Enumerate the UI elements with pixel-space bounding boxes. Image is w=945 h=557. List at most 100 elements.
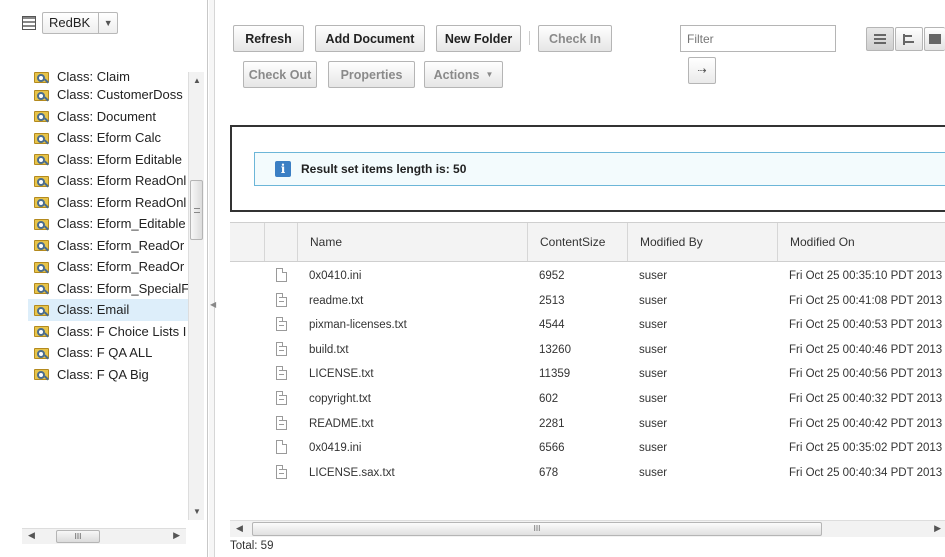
add-document-button[interactable]: Add Document <box>315 25 425 52</box>
scroll-up-arrow-icon[interactable]: ▲ <box>193 76 201 85</box>
cell-name[interactable]: 0x0419.ini <box>297 436 527 460</box>
table-row[interactable]: LICENSE.sax.txt 678 suser Fri Oct 25 00:40:… <box>230 461 945 486</box>
thumbnail-view-button[interactable] <box>924 27 945 51</box>
check-out-button[interactable]: Check Out <box>243 61 317 88</box>
cell-contentsize: 13260 <box>539 343 571 356</box>
table-row[interactable]: copyright.txt 602 suser Fri Oct 25 00:40:32… <box>230 387 945 412</box>
column-header-name[interactable]: Name <box>297 223 527 261</box>
table-row[interactable]: README.txt 2281 suser Fri Oct 25 00:40:42 P… <box>230 412 945 437</box>
class-search-icon <box>34 324 50 338</box>
tree-item[interactable]: Class: Eform ReadOnl <box>28 192 188 214</box>
tree-item[interactable]: Class: Claim <box>28 72 188 84</box>
tree-item[interactable]: Class: Email <box>28 299 188 321</box>
cell-name[interactable]: pixman-licenses.txt <box>297 313 527 337</box>
class-search-icon <box>34 367 50 381</box>
repository-selector-row: RedBK ▼ <box>22 12 119 34</box>
table-row[interactable]: 0x0410.ini 6952 suser Fri Oct 25 00:35:10 P… <box>230 264 945 289</box>
text-document-icon <box>276 391 287 405</box>
tree-item-label: Class: F QA Big <box>57 366 149 382</box>
repository-select-value: RedBK <box>43 13 100 33</box>
table-row[interactable]: 0x0419.ini 6566 suser Fri Oct 25 00:35:02 P… <box>230 436 945 461</box>
properties-button[interactable]: Properties <box>328 61 415 88</box>
cell-name[interactable]: copyright.txt <box>297 387 527 411</box>
cell-contentsize: 11359 <box>539 368 571 381</box>
cell-modified-on: Fri Oct 25 00:41:08 PDT 2013 <box>789 294 943 307</box>
cell-name[interactable]: LICENSE.txt <box>297 362 527 386</box>
tree-item-label: Class: Eform ReadOnl <box>57 194 187 210</box>
class-search-icon <box>34 72 50 84</box>
apply-filter-icon[interactable]: ⇢ <box>688 57 716 84</box>
scroll-left-arrow-icon[interactable]: ◀ <box>28 530 35 541</box>
class-search-icon <box>34 303 50 317</box>
cell-name[interactable]: LICENSE.sax.txt <box>297 461 527 485</box>
text-document-icon <box>276 415 287 430</box>
scrollbar-thumb[interactable]: III <box>56 530 100 543</box>
cell-name[interactable]: README.txt <box>297 412 527 436</box>
tree-item[interactable]: Class: Eform ReadOnl <box>28 170 188 192</box>
tree-item[interactable]: Class: Document <box>28 106 188 128</box>
tree-view-button[interactable] <box>895 27 923 51</box>
tree-item[interactable]: Class: Eform Editable <box>28 149 188 171</box>
cell-name[interactable]: 0x0410.ini <box>297 264 527 288</box>
table-row[interactable]: pixman-licenses.txt 4544 suser Fri Oct 25 0… <box>230 313 945 338</box>
cell-modified-on: Fri Oct 25 00:40:32 PDT 2013 <box>789 393 943 405</box>
scroll-down-arrow-icon[interactable]: ▼ <box>193 507 201 516</box>
scroll-right-arrow-icon[interactable]: ▶ <box>934 523 941 534</box>
column-header-modified-on[interactable]: Modified On <box>777 223 945 261</box>
message-region: i Result set items length is: 50 <box>230 125 945 212</box>
tree-vertical-scrollbar[interactable]: ▲ ▼ <box>188 72 204 520</box>
tree-item[interactable]: Class: Eform_SpecialF <box>28 278 188 300</box>
message-text: Result set items length is: 50 <box>301 162 467 176</box>
collapse-left-icon[interactable]: ◀ <box>210 300 216 309</box>
total-count: Total: 59 <box>230 540 274 552</box>
tree-item[interactable]: Class: Eform_Editable <box>28 213 188 235</box>
tree-item-label: Class: Eform_ReadOr <box>57 259 185 275</box>
tree-item[interactable]: Class: F QA ALL <box>28 342 188 364</box>
cell-name[interactable]: build.txt <box>297 338 527 362</box>
class-search-icon <box>34 131 50 145</box>
scrollbar-thumb[interactable]: III <box>252 522 822 536</box>
tree-item[interactable]: Class: Eform_ReadOr <box>28 235 188 257</box>
cell-modified-on: Fri Oct 25 00:40:53 PDT 2013 <box>789 319 943 332</box>
select-all-column[interactable] <box>230 223 264 261</box>
cell-modified-by: suser <box>639 417 668 430</box>
tree-item[interactable]: Class: Eform Calc <box>28 127 188 149</box>
cell-modified-on: Fri Oct 25 00:35:10 PDT 2013 <box>789 270 943 282</box>
tree-item[interactable]: Class: Eform_ReadOr <box>28 256 188 278</box>
chevron-down-icon[interactable]: ▼ <box>99 13 117 33</box>
column-header-modified-by[interactable]: Modified By <box>627 223 777 261</box>
cell-name[interactable]: readme.txt <box>297 289 527 313</box>
class-search-icon <box>34 88 50 102</box>
tree-item[interactable]: Class: F Choice Lists I <box>28 321 188 343</box>
cell-modified-on: Fri Oct 25 00:35:02 PDT 2013 <box>789 442 943 455</box>
list-lines-icon <box>874 34 886 44</box>
cell-modified-by: suser <box>639 393 668 405</box>
refresh-button[interactable]: Refresh <box>233 25 304 52</box>
new-folder-button[interactable]: New Folder <box>436 25 521 52</box>
details-view-button[interactable] <box>866 27 894 51</box>
filter-input[interactable] <box>680 25 836 52</box>
table-row[interactable]: LICENSE.txt 11359 suser Fri Oct 25 00:40:56… <box>230 362 945 387</box>
tree-item[interactable]: Class: CustomerDoss <box>28 84 188 106</box>
repository-panel: RedBK ▼ Class: Claim Class: CustomerDoss C… <box>0 0 208 557</box>
scroll-left-arrow-icon[interactable]: ◀ <box>236 523 243 534</box>
class-search-icon <box>34 217 50 231</box>
tree-item[interactable]: Class: F QA Big <box>28 364 188 386</box>
check-in-button[interactable]: Check In <box>538 25 612 52</box>
tree-horizontal-scrollbar[interactable]: ◀ III ▶ <box>22 528 186 544</box>
cell-modified-by: suser <box>639 466 668 479</box>
repository-select[interactable]: RedBK ▼ <box>42 12 119 34</box>
cell-modified-by: suser <box>639 319 668 332</box>
table-row[interactable]: readme.txt 2513 suser Fri Oct 25 00:41:08 P… <box>230 289 945 314</box>
actions-menu-button[interactable]: Actions ▼ <box>424 61 503 88</box>
grid-horizontal-scrollbar[interactable]: ◀ III ▶ <box>230 520 945 537</box>
table-row[interactable]: build.txt 13260 suser Fri Oct 25 00:40:46 P… <box>230 338 945 363</box>
cell-modified-on: Fri Oct 25 00:40:34 PDT 2013 <box>789 466 943 479</box>
class-search-icon <box>34 152 50 166</box>
scroll-right-arrow-icon[interactable]: ▶ <box>173 530 180 541</box>
icon-column-header <box>264 223 297 261</box>
tree-item-label: Class: Eform Calc <box>57 130 162 146</box>
column-header-contentsize[interactable]: ContentSize <box>527 223 627 261</box>
scrollbar-thumb[interactable] <box>190 180 203 240</box>
panel-splitter[interactable]: ◀ <box>209 0 216 557</box>
